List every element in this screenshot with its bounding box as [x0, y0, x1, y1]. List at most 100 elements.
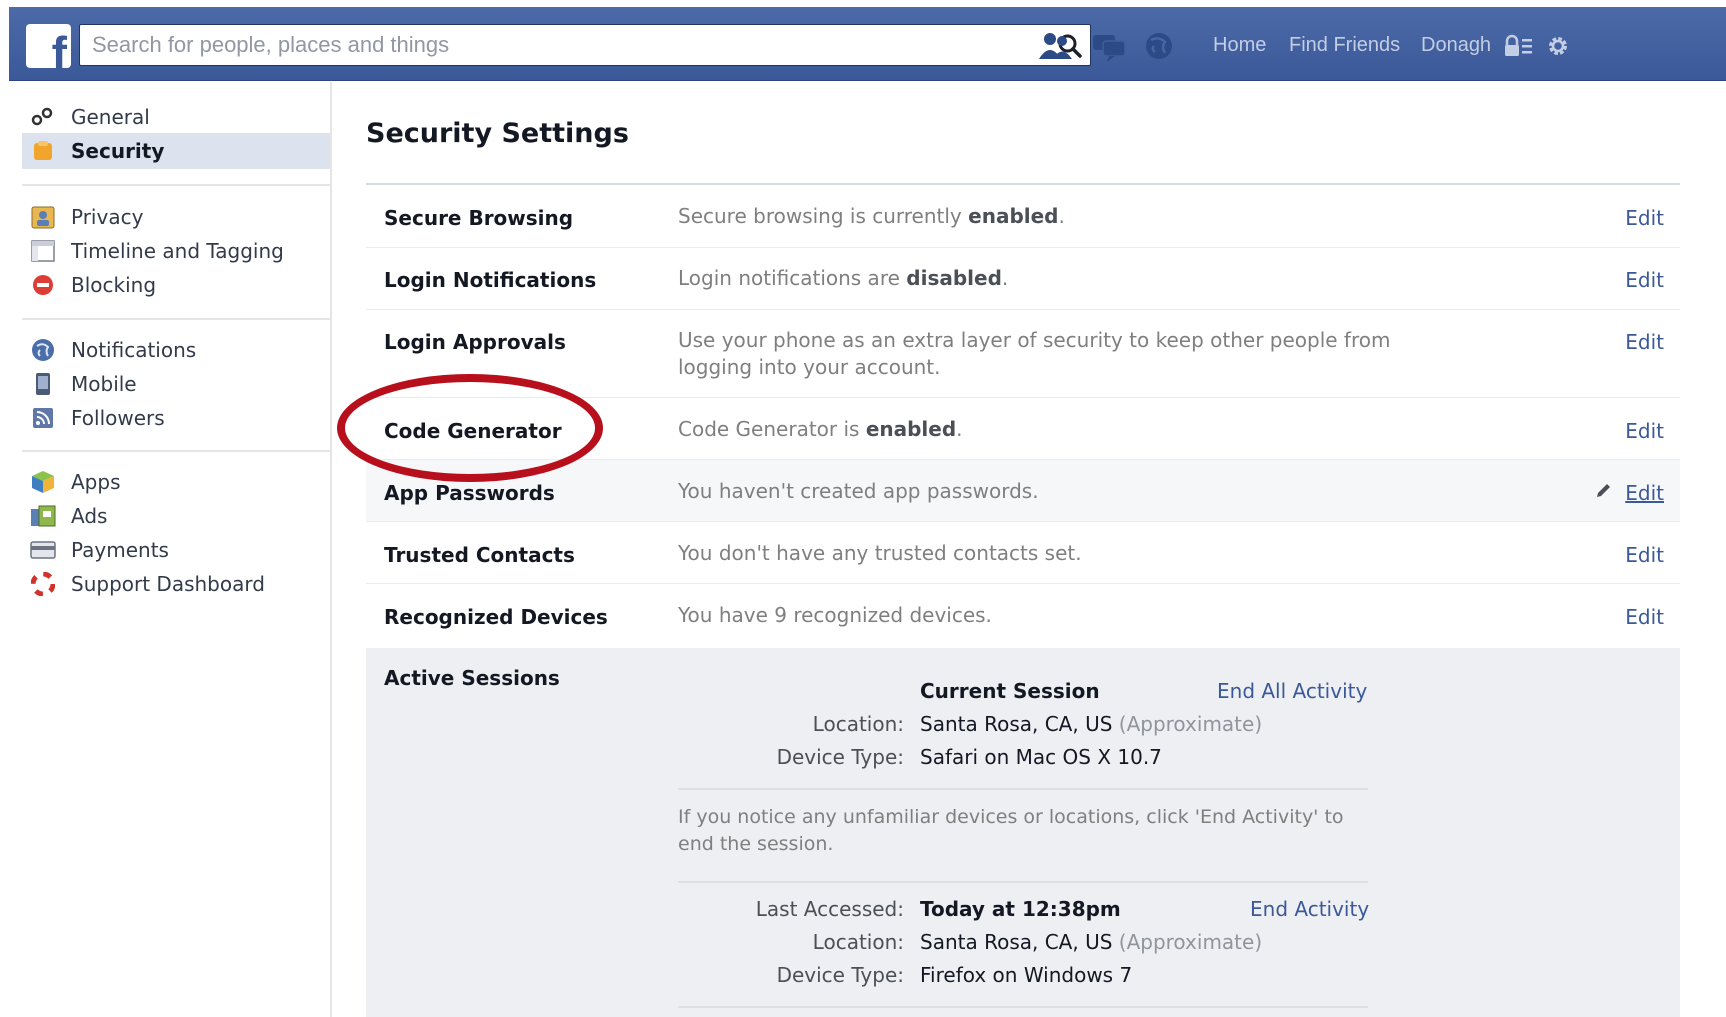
- location-label: Location:: [812, 712, 904, 736]
- location-label: Location:: [812, 930, 904, 954]
- setting-name: Recognized Devices: [384, 605, 608, 629]
- setting-description: You have 9 recognized devices.: [678, 603, 992, 627]
- setting-row-active-sessions: Active Sessions Current Session End All …: [366, 648, 1680, 1017]
- sidebar-item-label: Blocking: [71, 273, 157, 297]
- sidebar-item-label: Privacy: [71, 205, 144, 229]
- edit-link[interactable]: Edit: [1625, 268, 1664, 292]
- privacy-lock-icon: [30, 204, 56, 230]
- timeline-icon: [30, 238, 56, 264]
- friend-requests-icon[interactable]: [1036, 29, 1076, 63]
- setting-name: Login Approvals: [384, 330, 566, 354]
- sidebar-item-label: Apps: [71, 470, 121, 494]
- session-divider: [678, 881, 1368, 883]
- gears-icon: [30, 104, 56, 130]
- credit-card-icon: [30, 537, 56, 563]
- last-accessed-label: Last Accessed:: [755, 897, 904, 921]
- other-location: Santa Rosa, CA, US (Approximate): [920, 930, 1263, 954]
- current-device-type: Safari on Mac OS X 10.7: [920, 745, 1162, 769]
- unfamiliar-devices-notice: If you notice any unfamiliar devices or …: [678, 806, 1344, 855]
- mobile-phone-icon: [30, 371, 56, 397]
- sidebar-divider: [22, 318, 330, 320]
- security-settings-panel: Security Settings Secure Browsing Secure…: [366, 82, 1680, 1017]
- sidebar-item-security[interactable]: Security: [22, 133, 330, 169]
- sidebar-item-ads[interactable]: Ads: [22, 498, 330, 534]
- nav-home-link[interactable]: Home: [1213, 34, 1266, 57]
- privacy-shortcuts-icon[interactable]: [1503, 33, 1533, 59]
- nav-find-friends-link[interactable]: Find Friends: [1289, 34, 1400, 57]
- setting-row-recognized-devices[interactable]: Recognized Devices You have 9 recognized…: [366, 584, 1680, 648]
- last-accessed-value: Today at 12:38pm: [920, 897, 1121, 921]
- sidebar-item-payments[interactable]: Payments: [22, 532, 330, 568]
- device-type-label: Device Type:: [776, 963, 904, 987]
- setting-row-app-passwords[interactable]: App Passwords You haven't created app pa…: [366, 460, 1680, 522]
- sidebar-item-label: Notifications: [71, 338, 197, 362]
- sidebar-item-label: Support Dashboard: [71, 572, 265, 596]
- setting-description: Code Generator is enabled.: [678, 417, 963, 441]
- settings-sidebar: General Security Privacy Timeline and Ta…: [0, 82, 332, 1017]
- setting-row-login-approvals[interactable]: Login Approvals Use your phone as an ext…: [366, 310, 1680, 398]
- top-navigation-bar: f Home Find Friends Donagh: [9, 7, 1726, 81]
- edit-link[interactable]: Edit: [1625, 330, 1664, 354]
- sidebar-divider: [22, 184, 330, 186]
- current-session-heading: Current Session: [920, 679, 1100, 703]
- notifications-globe-icon[interactable]: [1139, 29, 1179, 63]
- setting-row-login-notifications[interactable]: Login Notifications Login notifications …: [366, 248, 1680, 310]
- sidebar-item-label: General: [71, 105, 150, 129]
- settings-gear-icon[interactable]: [1545, 33, 1571, 59]
- setting-description: Secure browsing is currently enabled.: [678, 204, 1065, 228]
- setting-name: App Passwords: [384, 481, 555, 505]
- sidebar-divider: [22, 450, 330, 452]
- messages-icon[interactable]: [1089, 29, 1129, 63]
- sidebar-item-label: Timeline and Tagging: [71, 239, 284, 263]
- globe-icon: [30, 337, 56, 363]
- rss-icon: [30, 405, 56, 431]
- sidebar-item-label: Payments: [71, 538, 169, 562]
- sidebar-item-general[interactable]: General: [22, 99, 330, 135]
- ads-icon: [30, 503, 56, 529]
- sidebar-item-mobile[interactable]: Mobile: [22, 366, 330, 402]
- end-all-activity-link[interactable]: End All Activity: [1217, 679, 1367, 703]
- setting-description: You haven't created app passwords.: [678, 479, 1039, 503]
- sidebar-item-timeline-and-tagging[interactable]: Timeline and Tagging: [22, 233, 330, 269]
- sidebar-item-support-dashboard[interactable]: Support Dashboard: [22, 566, 330, 602]
- setting-description: Use your phone as an extra layer of secu…: [678, 328, 1391, 379]
- sidebar-item-followers[interactable]: Followers: [22, 400, 330, 436]
- setting-name: Trusted Contacts: [384, 543, 575, 567]
- blocking-icon: [30, 272, 56, 298]
- sidebar-item-label: Ads: [71, 504, 108, 528]
- annotation-circle: [337, 374, 603, 482]
- end-activity-link[interactable]: End Activity: [1250, 897, 1369, 921]
- setting-row-secure-browsing[interactable]: Secure Browsing Secure browsing is curre…: [366, 186, 1680, 248]
- title-divider: [366, 183, 1680, 185]
- setting-row-trusted-contacts[interactable]: Trusted Contacts You don't have any trus…: [366, 522, 1680, 584]
- lifebuoy-icon: [30, 571, 56, 597]
- current-location: Santa Rosa, CA, US (Approximate): [920, 712, 1263, 736]
- sidebar-item-label: Security: [71, 139, 165, 163]
- page-title: Security Settings: [366, 118, 629, 149]
- sidebar-item-privacy[interactable]: Privacy: [22, 199, 330, 235]
- sidebar-item-blocking[interactable]: Blocking: [22, 267, 330, 303]
- search-box: [79, 24, 1091, 66]
- edit-link[interactable]: Edit: [1625, 605, 1664, 629]
- setting-description: Login notifications are disabled.: [678, 266, 1009, 290]
- edit-link[interactable]: Edit: [1625, 206, 1664, 230]
- security-badge-icon: [30, 138, 56, 164]
- setting-name: Login Notifications: [384, 268, 597, 292]
- sidebar-item-notifications[interactable]: Notifications: [22, 332, 330, 368]
- nav-profile-link[interactable]: Donagh: [1421, 34, 1491, 57]
- sidebar-item-label: Followers: [71, 406, 165, 430]
- search-input[interactable]: [80, 25, 1040, 65]
- edit-link[interactable]: Edit: [1625, 419, 1664, 443]
- session-divider: [678, 1006, 1368, 1008]
- setting-name: Secure Browsing: [384, 206, 574, 230]
- setting-name: Active Sessions: [384, 666, 560, 690]
- session-divider: [678, 788, 1368, 790]
- sidebar-item-apps[interactable]: Apps: [22, 464, 330, 500]
- sidebar-item-label: Mobile: [71, 372, 137, 396]
- device-type-label: Device Type:: [776, 745, 904, 769]
- pencil-icon[interactable]: [1594, 482, 1612, 500]
- edit-link[interactable]: Edit: [1625, 543, 1664, 567]
- facebook-logo-icon[interactable]: f: [26, 24, 71, 68]
- other-device-type: Firefox on Windows 7: [920, 963, 1133, 987]
- edit-link[interactable]: Edit: [1625, 481, 1664, 505]
